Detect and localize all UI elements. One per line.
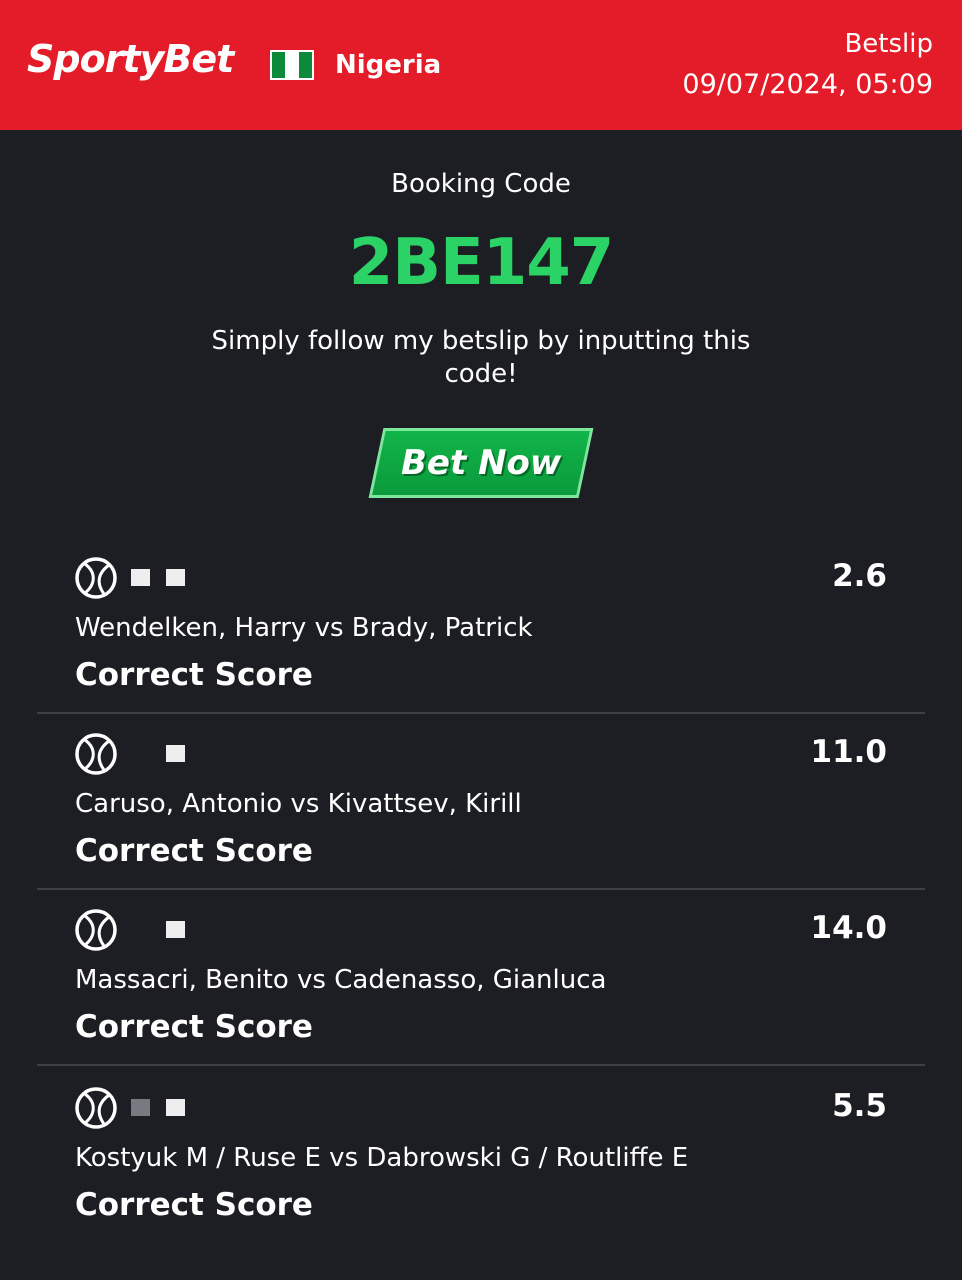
tennis-ball-icon — [75, 1087, 117, 1129]
bet-list-item[interactable]: 2.6 Wendelken, Harry vs Brady, Patrick C… — [37, 536, 925, 714]
booking-code-label: Booking Code — [391, 169, 571, 199]
bet-market: Correct Score — [75, 1187, 313, 1223]
bet-now-label: Bet Now — [400, 443, 562, 483]
tennis-ball-icon — [75, 557, 117, 599]
nigeria-flag-icon — [270, 50, 314, 80]
country-label: Nigeria — [335, 50, 442, 80]
bet-odds: 2.6 — [832, 558, 887, 594]
tennis-ball-icon — [75, 733, 117, 775]
sport-tag-blurred — [131, 745, 185, 762]
bet-match: Caruso, Antonio vs Kivattsev, Kirill — [75, 789, 522, 819]
bet-list-item[interactable]: 5.5 Kostyuk M / Ruse E vs Dabrowski G / … — [37, 1066, 925, 1242]
bet-match: Massacri, Benito vs Cadenasso, Gianluca — [75, 965, 607, 995]
bet-odds: 14.0 — [810, 910, 888, 946]
sport-tag-blurred — [131, 569, 185, 586]
bet-odds: 11.0 — [810, 734, 888, 770]
bet-odds: 5.5 — [832, 1088, 887, 1124]
bet-market: Correct Score — [75, 1009, 313, 1045]
booking-instructions: Simply follow my betslip by inputting th… — [211, 326, 751, 389]
sport-tag-blurred — [131, 921, 185, 938]
bet-match: Wendelken, Harry vs Brady, Patrick — [75, 613, 533, 643]
sportybet-logo[interactable]: SportyBet — [27, 40, 234, 78]
bet-list-item[interactable]: 11.0 Caruso, Antonio vs Kivattsev, Kiril… — [37, 712, 925, 890]
betslip-datetime: 09/07/2024, 05:09 — [682, 69, 933, 100]
sport-tag-blurred — [131, 1099, 185, 1116]
bet-now-button[interactable]: Bet Now — [368, 428, 594, 498]
booking-code-value[interactable]: 2BE147 — [0, 226, 962, 300]
tennis-ball-icon — [75, 909, 117, 951]
bet-match: Kostyuk M / Ruse E vs Dabrowski G / Rout… — [75, 1143, 689, 1173]
bet-market: Correct Score — [75, 657, 313, 693]
bet-market: Correct Score — [75, 833, 313, 869]
header-bar: SportyBet Nigeria Betslip 09/07/2024, 05… — [0, 0, 962, 130]
bet-list-item[interactable]: 14.0 Massacri, Benito vs Cadenasso, Gian… — [37, 888, 925, 1066]
page-title: Betslip — [844, 29, 933, 59]
